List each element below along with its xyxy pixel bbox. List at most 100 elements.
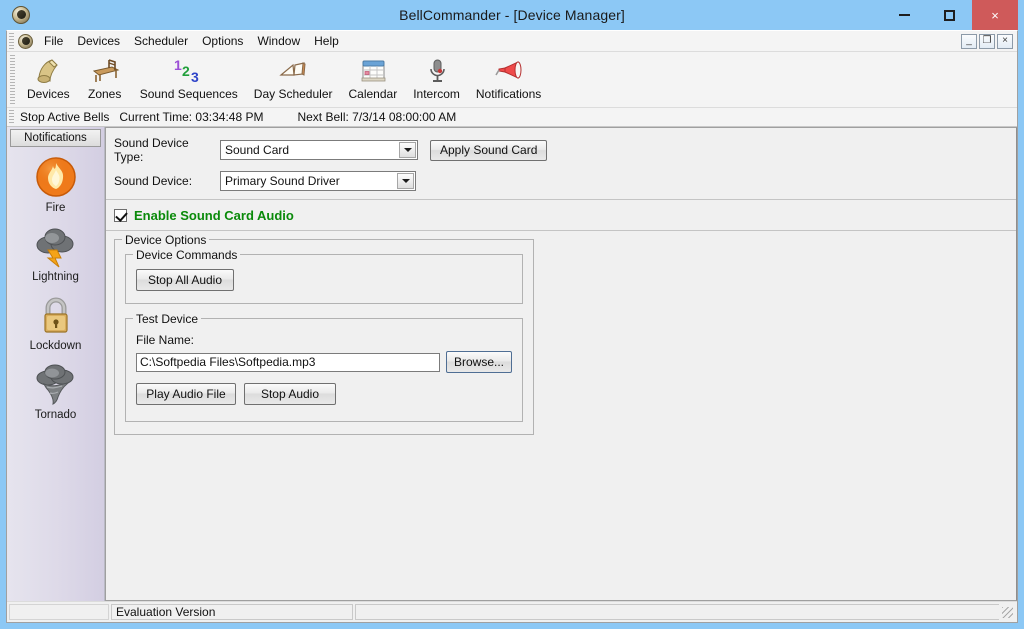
bell-icon [33,56,63,86]
menu-app-icon[interactable] [18,33,33,49]
toolbar-button-devices[interactable]: Devices [19,52,78,101]
sound-device-settings: Sound Device Type: Sound Card Apply Soun… [106,128,1016,200]
open-book-icon [278,56,308,86]
device-commands-groupbox: Device Commands Stop All Audio [125,248,523,304]
sidebar-item-tornado[interactable]: Tornado [7,358,104,427]
menu-item-devices[interactable]: Devices [70,32,127,50]
mdi-restore-button[interactable]: ❐ [979,33,995,49]
resize-grip[interactable] [999,606,1015,620]
info-bar: Stop Active Bells Current Time: 03:34:48… [7,108,1017,127]
stop-active-bells-button[interactable]: Stop Active Bells [20,110,109,124]
toolbar-button-calendar[interactable]: Calendar [341,52,406,101]
chevron-down-icon[interactable] [399,142,416,158]
test-device-buttons: Play Audio File Stop Audio [136,383,512,405]
toolbar-label-intercom: Intercom [413,87,460,101]
sound-device-label: Sound Device: [114,174,193,188]
device-options-groupbox: Device Options Device Commands Stop All … [114,233,534,435]
sound-device-select[interactable]: Primary Sound Driver [220,171,416,191]
device-manager-panel: Sound Device Type: Sound Card Apply Soun… [105,127,1017,601]
window-controls: × [882,0,1018,30]
stop-all-audio-button[interactable]: Stop All Audio [136,269,234,291]
enable-sound-card-audio-label: Enable Sound Card Audio [134,208,294,223]
apply-sound-card-button[interactable]: Apply Sound Card [430,139,548,161]
menu-bar: File Devices Scheduler Options Window He… [7,31,1017,52]
file-name-input[interactable]: C:\Softpedia Files\Softpedia.mp3 [136,352,440,372]
test-device-title: Test Device [133,312,202,326]
microphone-icon [422,56,452,86]
current-time-label: Current Time: 03:34:48 PM [119,110,264,124]
device-options-area: Device Options Device Commands Stop All … [106,231,1016,600]
sound-device-type-label: Sound Device Type: [114,136,189,164]
menu-item-window[interactable]: Window [250,32,307,50]
sound-device-value: Primary Sound Driver [225,174,340,188]
menu-item-help[interactable]: Help [307,32,346,50]
sidebar-label-lockdown: Lockdown [29,340,82,352]
sidebar-label-tornado: Tornado [34,409,77,421]
minimize-button[interactable] [882,0,927,30]
window-title: BellCommander - [Device Manager] [399,7,625,23]
megaphone-icon [493,56,525,86]
sidebar-item-fire[interactable]: Fire [7,151,104,220]
device-options-title: Device Options [122,233,210,247]
status-panel-evaluation: Evaluation Version [111,604,353,620]
sound-device-type-select[interactable]: Sound Card [220,140,418,160]
menu-item-file[interactable]: File [37,32,70,50]
sound-device-type-row: Sound Device Type: Sound Card Apply Soun… [114,136,1016,164]
toolbar-button-zones[interactable]: Zones [78,52,132,101]
file-name-row: C:\Softpedia Files\Softpedia.mp3 Browse.… [136,351,512,373]
sidebar-item-lightning[interactable]: Lightning [7,220,104,289]
menu-grip-handle[interactable] [9,33,14,49]
main-toolbar: Devices Zones 1 2 3 Sound Sequences Day … [7,52,1017,108]
sidebar-header[interactable]: Notifications [10,129,101,147]
file-name-label: File Name: [136,333,195,347]
padlock-icon [29,291,83,339]
close-button[interactable]: × [972,0,1018,30]
play-audio-file-button[interactable]: Play Audio File [136,383,236,405]
chevron-down-icon[interactable] [397,173,414,189]
next-bell-label: Next Bell: 7/3/14 08:00:00 AM [297,110,457,124]
maximize-button[interactable] [927,0,972,30]
toolbar-label-calendar: Calendar [348,87,398,101]
mdi-close-button[interactable]: × [997,33,1013,49]
toolbar-button-intercom[interactable]: Intercom [405,52,468,101]
tornado-icon [29,360,83,408]
toolbar-grip-handle[interactable] [10,55,15,105]
stop-audio-button[interactable]: Stop Audio [244,383,336,405]
toolbar-label-zones: Zones [88,87,122,101]
enable-sound-card-audio-checkbox[interactable] [114,209,127,222]
test-device-groupbox: Test Device File Name: C:\Softpedia File… [125,312,523,422]
notifications-sidebar: Notifications Fire Lightning Lockdown To… [7,127,105,601]
calendar-icon [358,56,388,86]
mdi-window-controls: _ ❐ × [961,33,1017,49]
lightning-cloud-icon [29,222,83,270]
info-bar-grip-handle[interactable] [9,109,14,125]
sound-device-row: Sound Device: Primary Sound Driver [114,171,1016,191]
desk-icon [90,56,120,86]
sidebar-label-fire: Fire [45,202,66,214]
browse-button[interactable]: Browse... [446,351,512,373]
toolbar-label-sound-sequences: Sound Sequences [139,87,238,101]
sidebar-label-lightning: Lightning [32,271,79,283]
svg-text:2: 2 [182,63,190,79]
svg-text:3: 3 [191,69,199,85]
enable-sound-card-audio-row[interactable]: Enable Sound Card Audio [106,200,1016,231]
status-bar: Evaluation Version [7,601,1017,622]
fire-icon [29,153,83,201]
numbers-123-icon: 1 2 3 [172,56,206,86]
toolbar-label-day-scheduler: Day Scheduler [253,87,333,101]
status-panel-1 [9,604,109,620]
mdi-minimize-button[interactable]: _ [961,33,977,49]
body-row: Notifications Fire Lightning Lockdown To… [7,127,1017,601]
status-panel-3 [355,604,999,620]
toolbar-button-sound-sequences[interactable]: 1 2 3 Sound Sequences [132,52,246,101]
minimize-icon [899,14,910,16]
application-window: BellCommander - [Device Manager] × File … [0,0,1024,629]
toolbar-button-notifications[interactable]: Notifications [468,52,549,101]
toolbar-button-day-scheduler[interactable]: Day Scheduler [246,52,341,101]
sound-device-type-value: Sound Card [225,143,290,157]
menu-item-scheduler[interactable]: Scheduler [127,32,195,50]
toolbar-label-notifications: Notifications [475,87,542,101]
sidebar-item-lockdown[interactable]: Lockdown [7,289,104,358]
menu-item-options[interactable]: Options [195,32,250,50]
title-bar: BellCommander - [Device Manager] × [6,0,1018,30]
